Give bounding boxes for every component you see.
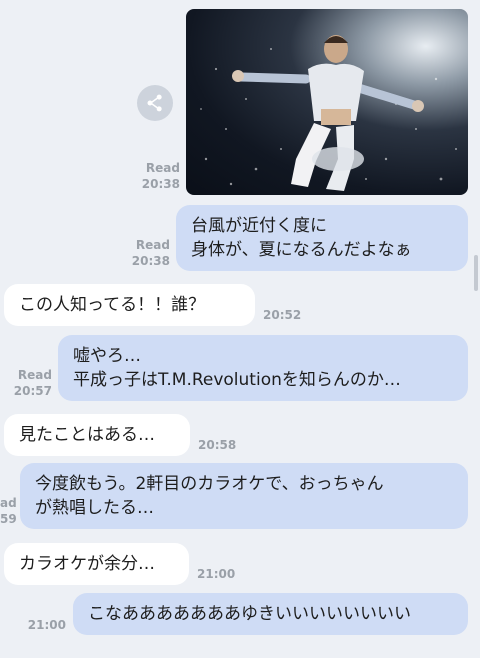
message-bubble-incoming[interactable]: カラオケが余分… [4,543,189,585]
timestamp: 20:57 [13,384,52,398]
message-bubble-outgoing[interactable]: こなあああああああゆきいいいいいいいい [73,593,468,635]
message-bubble-outgoing[interactable]: 嘘やろ… 平成っ子はT.M.Revolutionを知らんのか… [58,335,468,401]
message-meta: Read 20:38 [128,160,180,192]
message-text: 嘘やろ… [73,346,141,366]
message-text: 見たことはある… [19,425,155,445]
read-receipt: Read [135,238,170,252]
message-photo[interactable] [186,9,468,195]
message-text: 台風が近付く度に [191,216,327,236]
message-meta: ad 59 [0,495,17,527]
message-bubble-incoming[interactable]: この人知ってる！！誰？ [4,284,255,326]
timestamp: 59 [0,512,17,526]
message-text: カラオケが余分… [19,554,155,574]
message-meta: 20:52 [263,307,301,323]
share-icon [147,94,162,112]
timestamp: 20:52 [263,308,302,322]
message-meta: 20:58 [198,437,236,453]
message-text: が熱唱したる… [35,498,154,518]
performer-photo-art [200,35,457,191]
message-text: こなあああああああゆきいいいいいいいい [88,604,411,624]
chat-view: Read 20:38 台風が近付く度に 身体が、夏になるんだよなぁ Read 2… [0,0,480,658]
timestamp: 21:00 [27,618,66,632]
timestamp: 20:38 [141,177,180,191]
message-text: 身体が、夏になるんだよなぁ [191,240,412,260]
message-meta: 21:00 [197,566,235,582]
message-bubble-outgoing[interactable]: 台風が近付く度に 身体が、夏になるんだよなぁ [176,205,468,271]
read-receipt: Read [17,368,52,382]
message-text: 今度飲もう。2軒目のカラオケで、おっちゃん [35,474,384,494]
read-receipt: Read [145,161,180,175]
scrollbar[interactable] [474,255,478,291]
timestamp: 20:58 [198,438,237,452]
timestamp: 20:38 [131,254,170,268]
message-meta: Read 20:38 [118,237,170,269]
message-text: 平成っ子はT.M.Revolutionを知らんのか… [73,370,401,390]
read-receipt: ad [0,496,17,510]
share-button[interactable] [137,85,173,121]
message-meta: Read 20:57 [0,367,52,399]
message-bubble-outgoing[interactable]: 今度飲もう。2軒目のカラオケで、おっちゃん が熱唱したる… [20,463,468,529]
message-bubble-incoming[interactable]: 見たことはある… [4,414,190,456]
message-text: この人知ってる！！誰？ [19,295,206,315]
timestamp: 21:00 [197,567,236,581]
message-meta: 21:00 [16,617,66,633]
